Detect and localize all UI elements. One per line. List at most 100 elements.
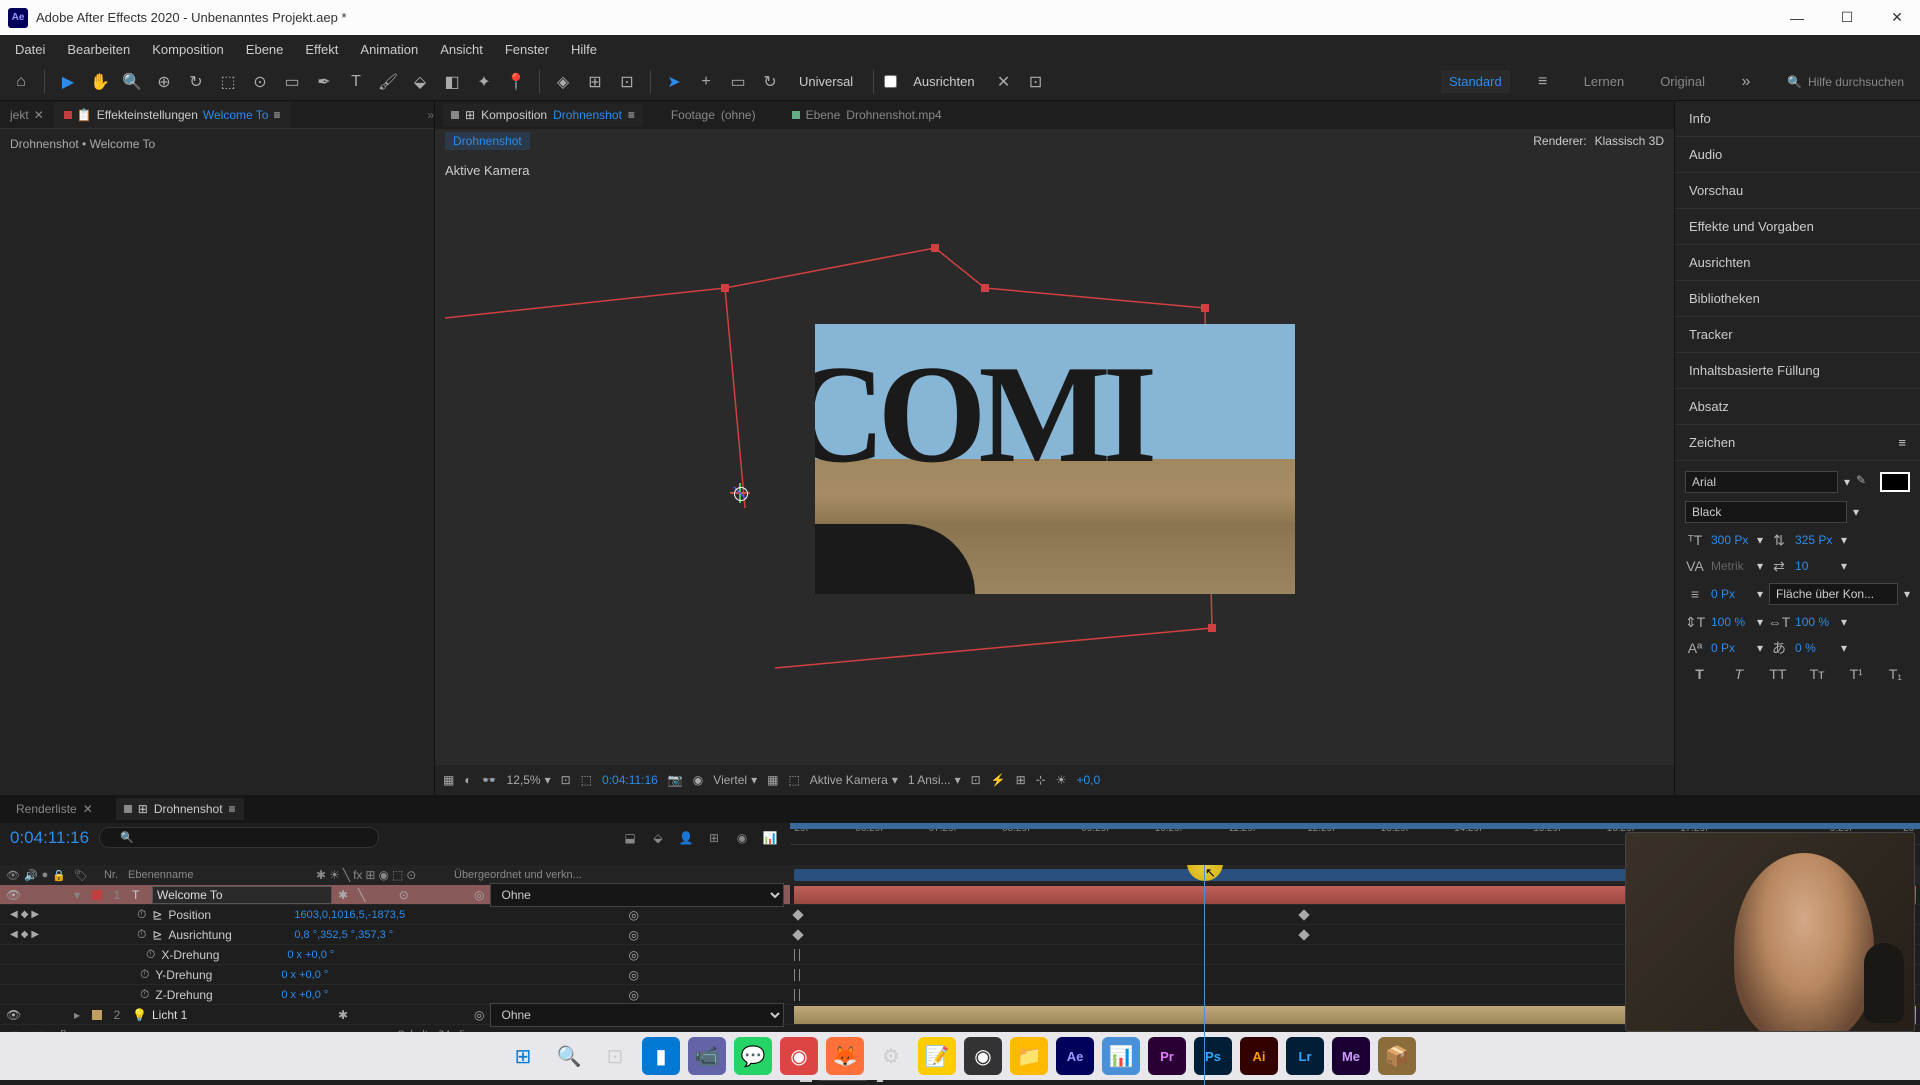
composition-viewer[interactable]: Aktive Kamera COMI — [435, 153, 1674, 765]
chevron-down-icon[interactable]: ▾ — [1757, 559, 1763, 573]
chevron-down-icon[interactable]: ▾ — [1757, 641, 1763, 655]
prev-kf-icon[interactable]: ◀ — [10, 909, 18, 920]
chevron-down-icon[interactable]: ▾ — [1757, 587, 1763, 601]
chevron-down-icon[interactable]: ▾ — [1841, 641, 1847, 655]
italic-icon[interactable]: T — [1729, 665, 1749, 683]
app-icon[interactable]: 📊 — [1102, 1037, 1140, 1075]
tab-renderliste[interactable]: Renderliste ✕ — [8, 798, 101, 820]
photoshop-icon[interactable]: Ps — [1194, 1037, 1232, 1075]
superscript-icon[interactable]: T¹ — [1846, 665, 1866, 683]
eyedropper-icon[interactable]: ✎ — [1856, 473, 1874, 491]
chevron-down-icon[interactable]: ▾ — [1853, 505, 1859, 519]
app-icon[interactable]: ◉ — [780, 1037, 818, 1075]
z-rotation-value[interactable]: 0 x +0,0 ° — [281, 989, 328, 1001]
twirl-icon[interactable]: ▾ — [74, 888, 86, 902]
viewer-timecode[interactable]: 0:04:11:16 — [602, 773, 658, 787]
visibility-col-icon[interactable]: 👁 — [6, 869, 20, 882]
audio-col-icon[interactable]: 🔊 — [24, 869, 38, 882]
task-view-icon[interactable]: ⊡ — [596, 1037, 634, 1075]
app-icon[interactable]: ▮ — [642, 1037, 680, 1075]
chevron-down-icon[interactable]: ▾ — [1757, 533, 1763, 547]
switch-icon[interactable]: ✱ — [316, 868, 326, 882]
illustrator-icon[interactable]: Ai — [1240, 1037, 1278, 1075]
kf-diamond-icon[interactable]: ◆ — [21, 909, 29, 920]
explorer-icon[interactable]: 📁 — [1010, 1037, 1048, 1075]
switch-icon[interactable]: ◉ — [378, 868, 388, 882]
chevron-down-icon[interactable]: ▾ — [1841, 615, 1847, 629]
draft3d-icon[interactable]: ⬙ — [648, 828, 668, 848]
current-timecode[interactable]: 0:04:11:16 — [10, 828, 89, 848]
flowchart-icon[interactable]: ⊹ — [1036, 773, 1046, 787]
composition-flowchart-icon[interactable]: ⬓ — [620, 828, 640, 848]
puppet-tool[interactable]: 📍 — [503, 69, 529, 95]
lock-col-icon[interactable]: 🔒 — [52, 869, 66, 882]
minimize-button[interactable]: — — [1782, 5, 1812, 30]
stroke-mode-select[interactable]: Fläche über Kon... — [1769, 583, 1898, 605]
cursor-icon[interactable]: ➤ — [661, 69, 687, 95]
roto-tool[interactable]: ✦ — [471, 69, 497, 95]
leading-value[interactable]: 325 Px — [1795, 533, 1835, 547]
close-button[interactable]: ✕ — [1882, 5, 1912, 30]
ws-overflow-icon[interactable]: » — [1733, 69, 1759, 95]
panel-absatz[interactable]: Absatz — [1675, 389, 1920, 425]
tracking-value[interactable]: 10 — [1795, 559, 1835, 573]
pen-tool[interactable]: ✒ — [311, 69, 337, 95]
stopwatch-icon[interactable]: ⏱ — [140, 987, 149, 1002]
zoom-dropdown[interactable]: 12,5% ▾ — [507, 773, 551, 787]
tab-effect-settings[interactable]: 📋 Effekteinstellungen Welcome To ≡ — [54, 102, 291, 128]
switch-icon[interactable]: ☀ — [329, 868, 340, 882]
teams-icon[interactable]: 📹 — [688, 1037, 726, 1075]
playhead[interactable] — [1204, 865, 1205, 1085]
prop-position[interactable]: ◀◆▶ ⏱ ⊵ Position 1603,0,1016,5,-1873,5 ◎ — [0, 905, 790, 925]
snapshot-icon[interactable]: 📷 — [668, 773, 683, 787]
maximize-button[interactable]: ☐ — [1832, 5, 1862, 30]
eraser-tool[interactable]: ◧ — [439, 69, 465, 95]
transparency-icon[interactable]: ▦ — [767, 773, 778, 787]
layer-name[interactable]: Welcome To — [152, 886, 332, 904]
selection-tool[interactable]: ▶ — [55, 69, 81, 95]
switch-icon[interactable]: ⊞ — [365, 868, 375, 882]
whatsapp-icon[interactable]: 💬 — [734, 1037, 772, 1075]
visibility-icon[interactable]: 👁 — [6, 1008, 20, 1022]
resolution-dropdown[interactable]: Viertel ▾ — [713, 773, 757, 787]
alpha-icon[interactable]: ◐ — [464, 773, 471, 787]
panel-info[interactable]: Info — [1675, 101, 1920, 137]
stopwatch-icon[interactable]: ⏱ — [140, 967, 149, 982]
zoom-tool[interactable]: 🔍 — [119, 69, 145, 95]
chevron-down-icon[interactable]: ▾ — [1904, 587, 1910, 601]
keyframe-icon[interactable] — [1298, 909, 1309, 920]
workspace-standard[interactable]: Standard — [1441, 70, 1510, 93]
kf-diamond-icon[interactable]: ◆ — [21, 929, 29, 940]
next-kf-icon[interactable]: ▶ — [31, 909, 39, 920]
label-color[interactable] — [92, 890, 102, 900]
frame-blend-icon[interactable]: ⊞ — [704, 828, 724, 848]
chevron-down-icon[interactable]: ▾ — [1757, 615, 1763, 629]
workspace-original[interactable]: Original — [1652, 70, 1713, 93]
after-effects-icon[interactable]: Ae — [1056, 1037, 1094, 1075]
menu-bearbeiten[interactable]: Bearbeiten — [57, 38, 140, 61]
panel-vorschau[interactable]: Vorschau — [1675, 173, 1920, 209]
chevron-down-icon[interactable]: ▾ — [1841, 559, 1847, 573]
menu-datei[interactable]: Datei — [5, 38, 55, 61]
workspace-lernen[interactable]: Lernen — [1576, 70, 1632, 93]
rotate-tool[interactable]: ↻ — [183, 69, 209, 95]
search-taskbar-icon[interactable]: 🔍 — [550, 1037, 588, 1075]
menu-komposition[interactable]: Komposition — [142, 38, 234, 61]
label-col-icon[interactable]: 🏷 — [74, 869, 94, 882]
hscale-value[interactable]: 100 % — [1795, 615, 1835, 629]
label-color[interactable] — [92, 1010, 102, 1020]
bold-icon[interactable]: T — [1690, 665, 1710, 683]
allcaps-icon[interactable]: TT — [1768, 665, 1788, 683]
fast-preview-icon[interactable]: ⚡ — [991, 773, 1006, 787]
app-icon[interactable]: 📝 — [918, 1037, 956, 1075]
shape-tool[interactable]: ▭ — [279, 69, 305, 95]
snap-icon[interactable]: ✕ — [991, 69, 1017, 95]
prop-x-drehung[interactable]: ⏱ X-Drehung 0 x +0,0 ° ◎ — [0, 945, 790, 965]
keyframe-icon[interactable] — [792, 929, 803, 940]
panel-zeichen-header[interactable]: Zeichen≡ — [1675, 425, 1920, 461]
panel-overflow-icon[interactable]: » — [427, 108, 434, 122]
visibility-icon[interactable]: 👁 — [6, 888, 20, 902]
tab-footage[interactable]: Footage (ohne) — [663, 104, 764, 126]
channel-icon[interactable]: ◉ — [693, 773, 703, 787]
prop-ausrichtung[interactable]: ◀◆▶ ⏱ ⊵ Ausrichtung 0,8 °,352,5 °,357,3 … — [0, 925, 790, 945]
